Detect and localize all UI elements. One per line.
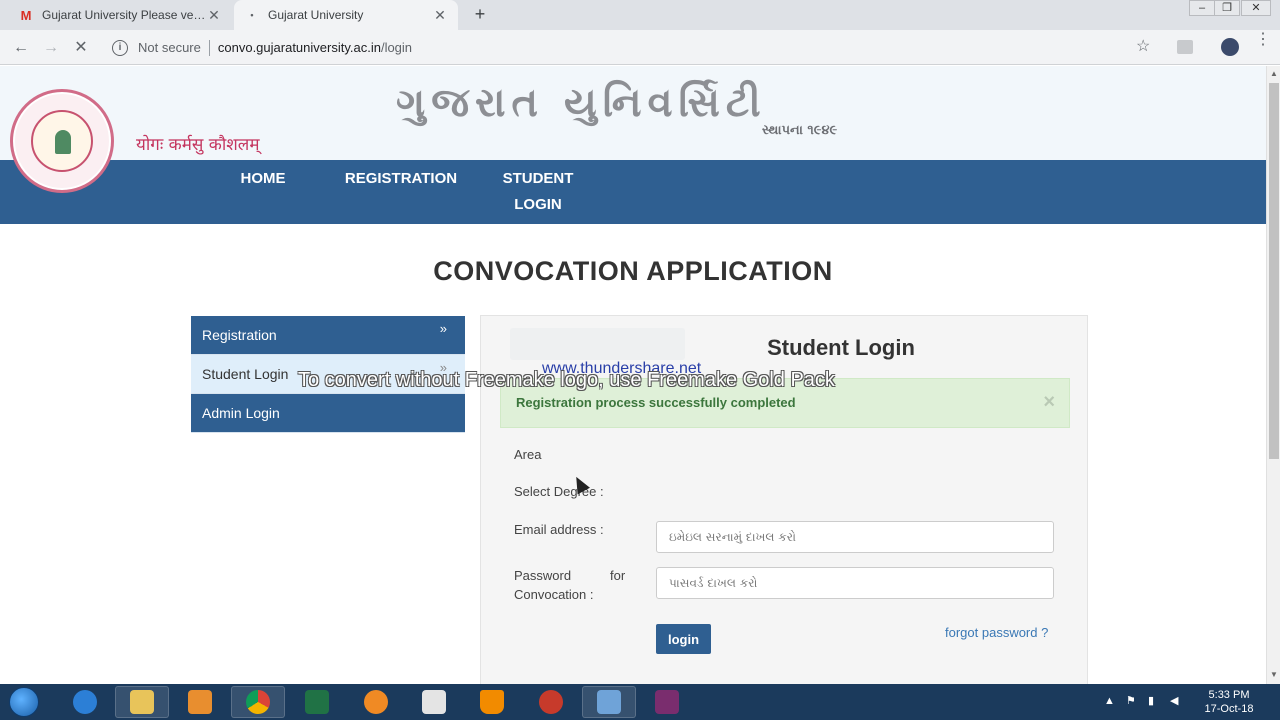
scroll-down-icon[interactable]: ▼: [1270, 670, 1278, 679]
email-field[interactable]: [656, 521, 1054, 553]
tab-title: Gujarat University: [268, 8, 364, 22]
nav-student-login[interactable]: STUDENT LOGIN: [496, 166, 580, 218]
tray-expand-icon[interactable]: ▲: [1104, 695, 1115, 707]
tab-title: Gujarat University Please verify y: [42, 8, 206, 22]
scroll-thumb[interactable]: [1269, 83, 1279, 459]
logo-emblem: [31, 110, 93, 172]
close-alert-icon[interactable]: ×: [1043, 391, 1055, 414]
tab-gmail[interactable]: M Gujarat University Please verify y ✕: [8, 0, 232, 30]
profile-avatar[interactable]: [1221, 38, 1239, 56]
clock-date: 17-Oct-18: [1204, 703, 1254, 715]
side-item-label: Registration: [202, 327, 277, 343]
media-player-icon[interactable]: [173, 686, 227, 718]
network-icon[interactable]: ▮: [1148, 694, 1154, 707]
close-window-button[interactable]: ✕: [1241, 0, 1271, 16]
password-field[interactable]: [656, 567, 1054, 599]
side-item-registration[interactable]: Registration »: [191, 316, 465, 355]
page-viewport: ગુજરાત યુનિવર્સિટી સ્થાપના ૧૯૪૯ योगः कर्…: [0, 66, 1266, 684]
chevron-right-icon: »: [439, 321, 447, 336]
uc-browser-icon[interactable]: [349, 686, 403, 718]
nav-home[interactable]: HOME: [228, 166, 298, 192]
main-nav: HOME REGISTRATION STUDENT LOGIN: [0, 160, 1266, 224]
side-item-admin-login[interactable]: Admin Login: [191, 394, 465, 433]
site-header: ગુજરાત યુનિવર્સિટી સ્થાપના ૧૯૪૯ योगः कर्…: [0, 66, 1266, 160]
extension-icon[interactable]: [1177, 40, 1193, 54]
tab-strip: M Gujarat University Please verify y ✕ •…: [0, 0, 1280, 30]
brand-title: ગુજરાત યુનિવર્સિટી: [396, 80, 767, 126]
password-label-for: for: [610, 568, 626, 583]
panel-heading-text: Student Login: [767, 335, 915, 360]
university-logo[interactable]: [10, 89, 114, 193]
reload-icon[interactable]: ✕: [70, 37, 92, 59]
restore-button[interactable]: ❐: [1214, 0, 1240, 16]
forward-arrow-icon[interactable]: →: [40, 37, 62, 59]
flag-icon[interactable]: ⚑: [1126, 694, 1136, 707]
password-label-cont: Convocation :: [514, 587, 594, 602]
browser-menu-icon[interactable]: ⋮: [1255, 32, 1271, 48]
gmail-icon: M: [20, 7, 32, 23]
degree-label: Select Degree :: [514, 484, 604, 499]
volume-icon[interactable]: ◀: [1170, 694, 1178, 707]
close-tab-icon[interactable]: ✕: [206, 7, 222, 24]
nav-registration[interactable]: REGISTRATION: [336, 166, 466, 192]
bookmark-star-icon[interactable]: ☆: [1136, 36, 1150, 56]
side-item-label: Student Login: [202, 366, 289, 382]
calculator-icon[interactable]: [407, 686, 461, 718]
forgot-password-link[interactable]: forgot password ?: [945, 625, 1048, 640]
security-label: Not secure: [138, 40, 201, 55]
info-icon[interactable]: i: [112, 39, 128, 56]
clock-time: 5:33 PM: [1208, 689, 1250, 701]
loading-dot-icon: •: [250, 10, 254, 20]
ie-icon[interactable]: [58, 686, 112, 718]
explorer-icon[interactable]: [115, 686, 169, 718]
windows-taskbar: ▲ ⚑ ▮ ◀ 5:33 PM 17-Oct-18: [0, 684, 1280, 720]
minimize-button[interactable]: –: [1189, 0, 1215, 16]
alert-message: Registration process successfully comple…: [516, 395, 796, 410]
close-tab-icon[interactable]: ✕: [432, 7, 448, 24]
excel-icon[interactable]: [290, 686, 344, 718]
side-item-label: Admin Login: [202, 405, 280, 421]
back-arrow-icon[interactable]: ←: [10, 37, 32, 59]
system-tray: ▲ ⚑ ▮ ◀: [1100, 684, 1200, 720]
start-button[interactable]: [9, 687, 39, 717]
brand-subtitle: સ્થાપના ૧૯૪૯: [762, 123, 838, 138]
divider: [208, 39, 210, 56]
watermark-logo: [510, 328, 685, 360]
photo-viewer-icon[interactable]: [582, 686, 636, 718]
scroll-up-icon[interactable]: ▲: [1270, 69, 1278, 78]
ccleaner-icon[interactable]: [524, 686, 578, 718]
login-button[interactable]: login: [656, 624, 711, 654]
area-label: Area: [514, 447, 542, 462]
url-host: convo.gujaratuniversity.ac.in: [217, 40, 381, 55]
chrome-icon[interactable]: [231, 686, 285, 718]
page-scrollbar[interactable]: ▲ ▼: [1266, 66, 1280, 684]
password-label: Password: [514, 568, 572, 583]
page-title: CONVOCATION APPLICATION: [433, 256, 833, 286]
tab-gujarat-university[interactable]: • Gujarat University ✕: [234, 0, 458, 30]
watermark-text: To convert without Freemake logo, use Fr…: [298, 369, 835, 391]
new-tab-button[interactable]: +: [470, 4, 490, 24]
address-bar[interactable]: i Not secure convo.gujaratuniversity.ac.…: [104, 34, 1164, 61]
taskbar-clock[interactable]: 5:33 PM 17-Oct-18: [1196, 688, 1262, 716]
email-label: Email address :: [514, 522, 604, 537]
url-path: /login: [380, 40, 413, 55]
browser-toolbar: ← → ✕ i Not secure convo.gujaratuniversi…: [0, 30, 1280, 65]
winrar-icon[interactable]: [640, 686, 694, 718]
vlc-icon[interactable]: [465, 686, 519, 718]
motto: योगः कर्मसु कौशलम्: [136, 135, 260, 155]
